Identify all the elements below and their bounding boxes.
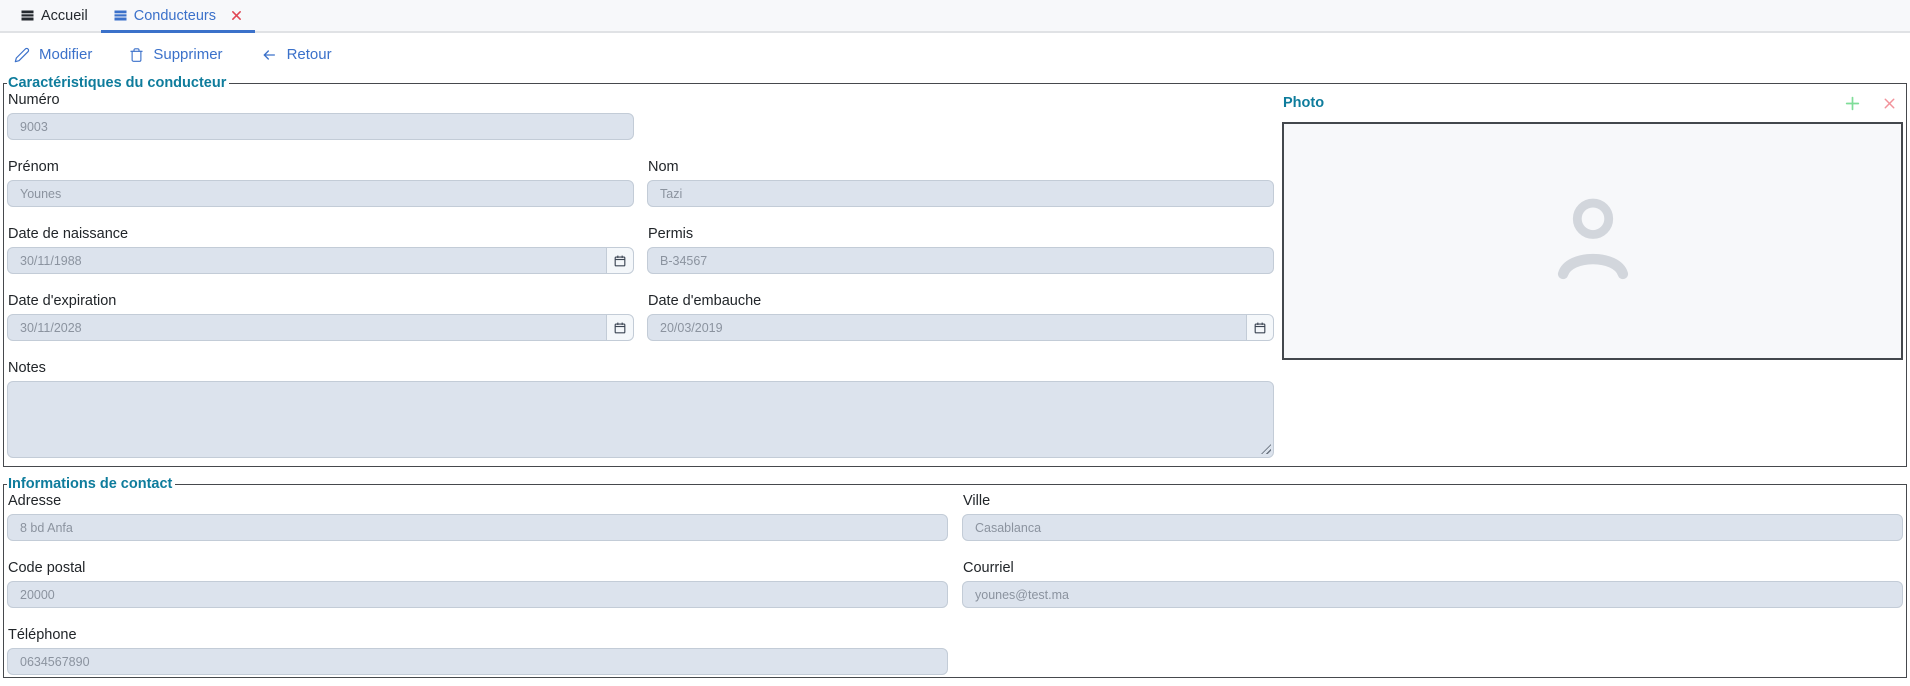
tab-bar: Accueil Conducteurs	[0, 0, 1910, 33]
telephone-label: Téléphone	[8, 627, 948, 643]
table-icon	[21, 9, 34, 22]
code-postal-field-group: Code postal	[7, 560, 948, 608]
contact-section: Informations de contact Adresse Ville Co…	[3, 477, 1907, 678]
birthdate-field-group: Date de naissance	[7, 226, 634, 274]
empty-cell	[647, 92, 1274, 140]
driver-section-legend: Caractéristiques du conducteur	[7, 76, 229, 91]
form-row: Prénom Nom	[7, 159, 1274, 207]
ville-input[interactable]	[962, 514, 1903, 541]
form-row: Adresse Ville	[7, 493, 1903, 541]
notes-textarea[interactable]	[7, 381, 1274, 458]
remove-photo-icon[interactable]	[1882, 96, 1897, 111]
telephone-input[interactable]	[7, 648, 948, 675]
driver-section: Caractéristiques du conducteur Numéro Pr…	[3, 76, 1907, 467]
tab-conducteurs[interactable]: Conducteurs	[101, 0, 255, 31]
photo-panel: Photo	[1282, 92, 1903, 360]
telephone-field-group: Téléphone	[7, 627, 948, 675]
courriel-field-group: Courriel	[962, 560, 1903, 608]
notes-label: Notes	[8, 360, 1274, 376]
table-icon	[114, 9, 127, 22]
ville-field-group: Ville	[962, 493, 1903, 541]
calendar-icon	[1253, 321, 1267, 335]
delete-button[interactable]: Supprimer	[129, 46, 222, 63]
numero-field-group: Numéro	[7, 92, 634, 140]
form-row: Notes	[7, 360, 1274, 458]
form-row: Téléphone	[7, 627, 1903, 675]
permis-input[interactable]	[647, 247, 1274, 274]
nom-field-group: Nom	[647, 159, 1274, 207]
form-row: Date d'expiration Date d'embauche	[7, 293, 1274, 341]
prenom-input[interactable]	[7, 180, 634, 207]
driver-fields: Numéro Prénom Nom Date de naissance	[7, 92, 1274, 458]
form-row: Date de naissance Permis	[7, 226, 1274, 274]
birthdate-calendar-button[interactable]	[606, 247, 634, 274]
nom-input[interactable]	[647, 180, 1274, 207]
photo-title: Photo	[1283, 95, 1324, 111]
code-postal-label: Code postal	[8, 560, 948, 576]
numero-input[interactable]	[7, 113, 634, 140]
back-label: Retour	[287, 46, 332, 63]
pencil-icon	[14, 47, 30, 63]
permis-label: Permis	[648, 226, 1274, 242]
hiredate-calendar-button[interactable]	[1246, 314, 1274, 341]
form-row: Numéro	[7, 92, 1274, 140]
edit-button[interactable]: Modifier	[14, 46, 92, 63]
tab-label: Conducteurs	[134, 8, 216, 24]
add-photo-icon[interactable]	[1844, 95, 1861, 112]
courriel-label: Courriel	[963, 560, 1903, 576]
delete-label: Supprimer	[153, 46, 222, 63]
ville-label: Ville	[963, 493, 1903, 509]
expiration-calendar-button[interactable]	[606, 314, 634, 341]
edit-label: Modifier	[39, 46, 92, 63]
expiration-label: Date d'expiration	[8, 293, 634, 309]
notes-field-group: Notes	[7, 360, 1274, 458]
expiration-field-group: Date d'expiration	[7, 293, 634, 341]
arrow-left-icon	[260, 47, 278, 63]
prenom-field-group: Prénom	[7, 159, 634, 207]
permis-field-group: Permis	[647, 226, 1274, 274]
photo-placeholder-box[interactable]	[1282, 122, 1903, 360]
code-postal-input[interactable]	[7, 581, 948, 608]
adresse-field-group: Adresse	[7, 493, 948, 541]
person-placeholder-icon	[1547, 189, 1639, 293]
form-row: Code postal Courriel	[7, 560, 1903, 608]
nom-label: Nom	[648, 159, 1274, 175]
numero-label: Numéro	[8, 92, 634, 108]
tab-accueil[interactable]: Accueil	[8, 0, 101, 31]
contact-section-legend: Informations de contact	[7, 477, 175, 492]
empty-cell	[962, 627, 1903, 675]
adresse-input[interactable]	[7, 514, 948, 541]
tab-label: Accueil	[41, 8, 88, 24]
toolbar: Modifier Supprimer Retour	[0, 33, 1910, 74]
expiration-input[interactable]	[7, 314, 607, 341]
prenom-label: Prénom	[8, 159, 634, 175]
hiredate-label: Date d'embauche	[648, 293, 1274, 309]
back-button[interactable]: Retour	[260, 46, 332, 63]
calendar-icon	[613, 321, 627, 335]
birthdate-label: Date de naissance	[8, 226, 634, 242]
trash-icon	[129, 47, 144, 63]
adresse-label: Adresse	[8, 493, 948, 509]
calendar-icon	[613, 254, 627, 268]
birthdate-input[interactable]	[7, 247, 607, 274]
hiredate-input[interactable]	[647, 314, 1247, 341]
close-tab-icon[interactable]	[231, 10, 242, 21]
hiredate-field-group: Date d'embauche	[647, 293, 1274, 341]
courriel-input[interactable]	[962, 581, 1903, 608]
